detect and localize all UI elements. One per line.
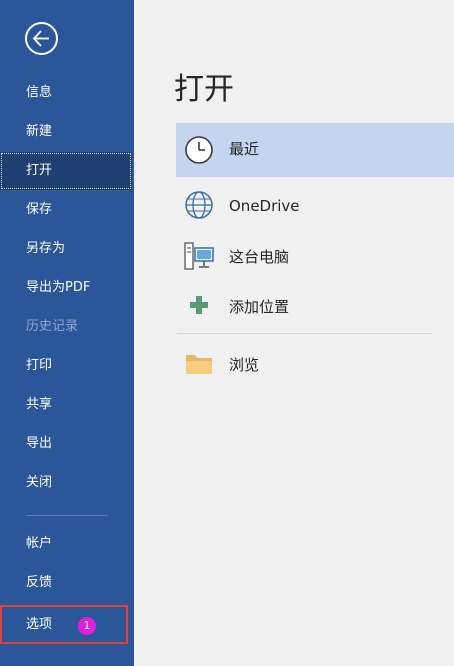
nav-item-export-pdf[interactable]: 导出为PDF xyxy=(0,269,134,307)
location-recent-label: 最近 xyxy=(229,140,260,158)
location-browse-label: 浏览 xyxy=(229,356,260,374)
folder-icon xyxy=(186,355,212,374)
plus-icon xyxy=(190,296,208,314)
nav-item-account[interactable]: 帐户 xyxy=(0,525,134,563)
location-onedrive[interactable]: OneDrive xyxy=(176,178,454,232)
backstage-sidebar: 信息 新建 打开 保存 另存为 导出为PDF 历史记录 打印 共享 导出 关闭 … xyxy=(0,0,134,666)
nav-item-options-label: 选项 xyxy=(26,617,53,632)
nav-item-feedback[interactable]: 反馈 xyxy=(0,564,134,602)
nav-item-open[interactable]: 打开 xyxy=(0,152,132,190)
nav-item-print[interactable]: 打印 xyxy=(0,347,134,385)
page-title: 打开 xyxy=(174,72,234,107)
nav-item-save-as[interactable]: 另存为 xyxy=(0,230,134,268)
location-add-place[interactable]: 添加位置 xyxy=(176,278,454,332)
location-onedrive-label: OneDrive xyxy=(229,197,300,215)
nav-item-new[interactable]: 新建 xyxy=(0,113,134,151)
location-this-pc[interactable]: 这台电脑 xyxy=(176,228,454,282)
nav-item-options[interactable]: 选项 1 xyxy=(0,605,128,644)
nav-divider xyxy=(26,515,108,516)
globe-icon xyxy=(185,191,213,219)
location-recent[interactable]: 最近 xyxy=(176,123,454,177)
nav-item-share[interactable]: 共享 xyxy=(0,386,134,424)
back-button[interactable] xyxy=(25,22,58,55)
arrow-left-icon xyxy=(32,30,49,47)
nav-item-info[interactable]: 信息 xyxy=(0,74,134,112)
nav-item-save[interactable]: 保存 xyxy=(0,191,134,229)
clock-icon xyxy=(185,136,213,164)
locations-divider xyxy=(177,333,432,334)
nav-item-export[interactable]: 导出 xyxy=(0,425,134,463)
location-browse[interactable]: 浏览 xyxy=(176,336,454,390)
nav-item-close[interactable]: 关闭 xyxy=(0,464,134,502)
step-badge: 1 xyxy=(78,617,96,635)
location-add-place-label: 添加位置 xyxy=(229,298,290,316)
nav-item-history: 历史记录 xyxy=(26,319,79,334)
computer-icon xyxy=(184,242,214,270)
location-this-pc-label: 这台电脑 xyxy=(229,248,290,266)
open-panel: 打开 最近 OneDrive 这台电脑 添加位置 浏览 xyxy=(134,0,454,666)
